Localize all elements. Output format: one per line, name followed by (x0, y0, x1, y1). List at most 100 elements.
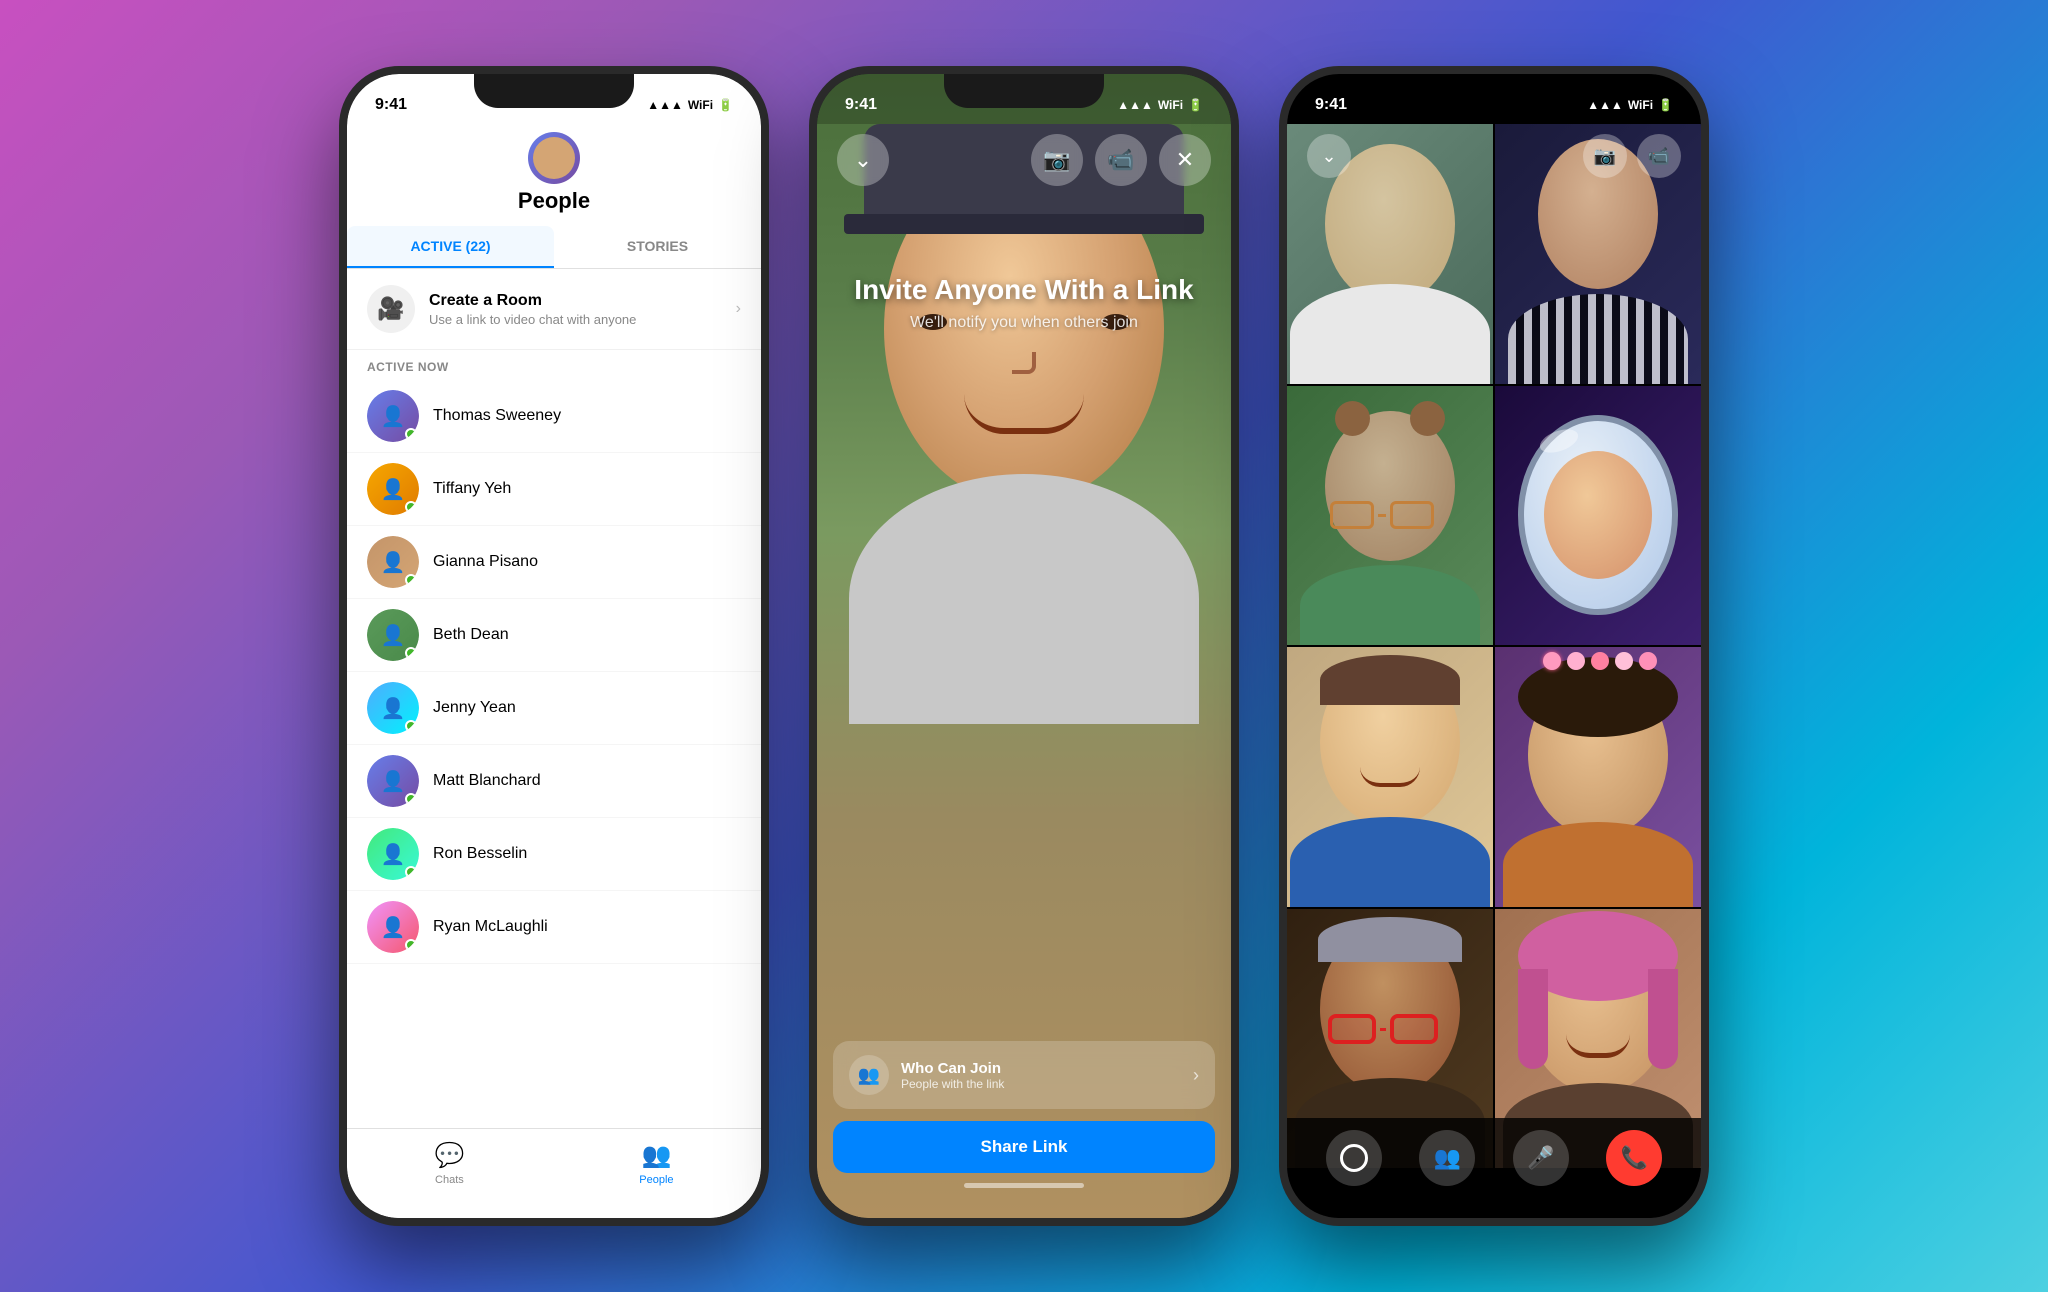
p3-overlay-controls: ⌄ 📷 📹 (1287, 124, 1701, 188)
online-dot (405, 647, 417, 659)
video-cell-3 (1287, 386, 1493, 646)
nav-chats[interactable]: 💬 Chats (434, 1141, 464, 1186)
person-name: Thomas Sweeney (433, 407, 561, 425)
online-dot (405, 939, 417, 951)
person-name: Jenny Yean (433, 699, 516, 717)
video-cell-5 (1287, 647, 1493, 907)
tab-stories[interactable]: STORIES (554, 226, 761, 268)
mute-button[interactable]: 🎤 (1513, 1130, 1569, 1186)
online-dot (405, 501, 417, 513)
create-room-subtitle: Use a link to video chat with anyone (429, 312, 722, 327)
p3-right-controls: 📷 📹 (1583, 134, 1681, 178)
time-1: 9:41 (375, 96, 407, 114)
minimize-button[interactable]: ⌄ (837, 134, 889, 186)
add-people-icon: 👥 (1434, 1145, 1461, 1171)
time-2: 9:41 (845, 96, 877, 114)
p3-camera-button[interactable]: 📷 (1583, 134, 1627, 178)
chevron-down-icon: ⌄ (854, 147, 872, 173)
p3-minimize-button[interactable]: ⌄ (1307, 134, 1351, 178)
add-people-button[interactable]: 👥 (1419, 1130, 1475, 1186)
list-item[interactable]: 👤 Ryan McLaughli (347, 891, 761, 964)
battery-icon-3: 🔋 (1658, 98, 1673, 112)
avatar-face (533, 137, 575, 179)
list-item[interactable]: 👤 Matt Blanchard (347, 745, 761, 818)
invite-text-area: Invite Anyone With a Link We'll notify y… (817, 274, 1231, 332)
tab-row: ACTIVE (22) STORIES (347, 226, 761, 269)
person-name: Ron Besselin (433, 845, 527, 863)
list-item[interactable]: 👤 Thomas Sweeney (347, 380, 761, 453)
avatar: 👤 (367, 682, 419, 734)
online-dot (405, 428, 417, 440)
video-cell-4 (1495, 386, 1701, 646)
list-item[interactable]: 👤 Jenny Yean (347, 672, 761, 745)
person-name: Ryan McLaughli (433, 918, 548, 936)
status-icons-2: ▲▲▲ WiFi 🔋 (1117, 98, 1203, 112)
list-item[interactable]: 👤 Beth Dean (347, 599, 761, 672)
white-circle-button[interactable] (1326, 1130, 1382, 1186)
phone-3: 9:41 ▲▲▲ WiFi 🔋 ⌄ 📷 📹 (1279, 66, 1709, 1226)
avatar: 👤 (367, 901, 419, 953)
people-group-icon: 👥 (858, 1065, 880, 1086)
online-dot (405, 720, 417, 732)
room-icon: 🎥 (367, 285, 415, 333)
phone1-header: People ACTIVE (22) STORIES (347, 124, 761, 269)
person-name: Gianna Pisano (433, 553, 538, 571)
right-controls: 📷 📹 ✕ (1031, 134, 1211, 186)
close-button[interactable]: ✕ (1159, 134, 1211, 186)
phone2-bottom: 👥 Who Can Join People with the link › Sh… (817, 1041, 1231, 1188)
nav-people[interactable]: 👥 People (639, 1141, 673, 1186)
who-text: Who Can Join People with the link (901, 1060, 1181, 1091)
notch-2 (944, 74, 1104, 108)
status-icons-3: ▲▲▲ WiFi 🔋 (1587, 98, 1673, 112)
user-avatar[interactable] (528, 132, 580, 184)
phone-2: 9:41 ▲▲▲ WiFi 🔋 ⌄ 📷 📹 ✕ (809, 66, 1239, 1226)
add-video-icon: 🎥 (377, 296, 404, 322)
signal-icon-2: ▲▲▲ (1117, 98, 1153, 112)
p3-video-button[interactable]: 📹 (1637, 134, 1681, 178)
overlay-controls: ⌄ 📷 📹 ✕ (817, 124, 1231, 196)
camera-flip-button[interactable]: 📷 (1031, 134, 1083, 186)
invite-title: Invite Anyone With a Link (817, 274, 1231, 306)
chevron-right-icon: › (736, 300, 741, 318)
page-title: People (518, 188, 590, 214)
chevron-right-icon: › (1193, 1065, 1199, 1086)
person-name: Matt Blanchard (433, 772, 541, 790)
who-can-join-row[interactable]: 👥 Who Can Join People with the link › (833, 1041, 1215, 1109)
room-text: Create a Room Use a link to video chat w… (429, 292, 722, 327)
online-dot (405, 866, 417, 878)
person-name: Tiffany Yeh (433, 480, 511, 498)
avatar: 👤 (367, 536, 419, 588)
share-link-button[interactable]: Share Link (833, 1121, 1215, 1173)
close-icon: ✕ (1176, 147, 1194, 173)
wifi-icon-3: WiFi (1628, 98, 1653, 112)
active-now-label: ACTIVE NOW (347, 350, 761, 380)
mic-icon: 🎤 (1527, 1145, 1554, 1171)
avatar: 👤 (367, 828, 419, 880)
battery-icon-2: 🔋 (1188, 98, 1203, 112)
video-icon: 📹 (1107, 147, 1134, 173)
bottom-nav: 💬 Chats 👥 People (347, 1128, 761, 1218)
avatar: 👤 (367, 463, 419, 515)
person-name: Beth Dean (433, 626, 509, 644)
people-icon: 👥 (641, 1141, 671, 1170)
end-call-button[interactable]: 📞 (1606, 1130, 1662, 1186)
list-item[interactable]: 👤 Tiffany Yeh (347, 453, 761, 526)
p3-camera-icon: 📷 (1594, 146, 1616, 167)
list-item[interactable]: 👤 Ron Besselin (347, 818, 761, 891)
chats-label: Chats (435, 1174, 464, 1186)
create-room-title: Create a Room (429, 292, 722, 310)
wifi-icon-1: WiFi (688, 98, 713, 112)
who-title: Who Can Join (901, 1060, 1181, 1077)
video-cell-6 (1495, 647, 1701, 907)
time-3: 9:41 (1315, 96, 1347, 114)
online-dot (405, 793, 417, 805)
tab-active[interactable]: ACTIVE (22) (347, 226, 554, 268)
battery-icon-1: 🔋 (718, 98, 733, 112)
wifi-icon-2: WiFi (1158, 98, 1183, 112)
list-item[interactable]: 👤 Gianna Pisano (347, 526, 761, 599)
video-button[interactable]: 📹 (1095, 134, 1147, 186)
invite-subtitle: We'll notify you when others join (817, 314, 1231, 332)
notch-1 (474, 74, 634, 108)
create-room-row[interactable]: 🎥 Create a Room Use a link to video chat… (347, 269, 761, 350)
chats-icon: 💬 (434, 1141, 464, 1170)
